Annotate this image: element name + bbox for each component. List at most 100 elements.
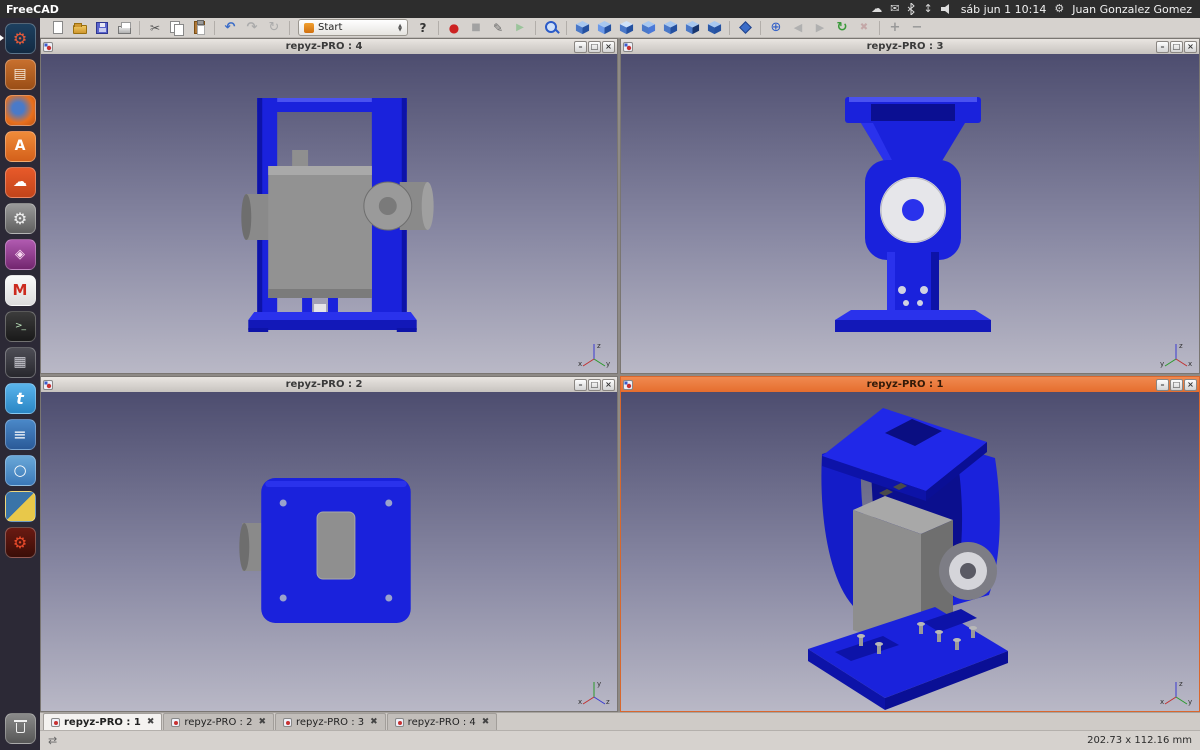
launcher-item-file-manager[interactable] xyxy=(0,56,40,92)
viewport-3d-side[interactable]: z x y xyxy=(41,54,617,373)
model-front-view[interactable] xyxy=(621,54,1199,373)
viewport-3d-isometric[interactable]: z x y xyxy=(621,392,1199,711)
minimize-button[interactable]: – xyxy=(574,41,587,53)
undo-button[interactable] xyxy=(220,19,240,37)
launcher-item-python[interactable] xyxy=(0,488,40,524)
launcher-item-software-center[interactable] xyxy=(0,128,40,164)
maximize-button[interactable]: □ xyxy=(588,379,601,391)
minimize-button[interactable]: – xyxy=(1156,41,1169,53)
launcher-item-terminal[interactable] xyxy=(0,308,40,344)
maximize-button[interactable]: □ xyxy=(1170,41,1183,53)
view-top-button[interactable] xyxy=(616,19,636,37)
workbench-selector[interactable]: Start xyxy=(298,19,408,36)
clock[interactable]: sáb jun 1 10:14 xyxy=(961,3,1047,16)
maximize-button[interactable]: □ xyxy=(588,41,601,53)
view-front-button[interactable] xyxy=(594,19,614,37)
save-button[interactable] xyxy=(92,19,112,37)
close-button[interactable]: × xyxy=(1184,379,1197,391)
model-isometric-view[interactable] xyxy=(621,392,1199,711)
nav-refresh-button[interactable] xyxy=(832,19,852,37)
minimize-button[interactable]: – xyxy=(1156,379,1169,391)
launcher-item-twitter[interactable] xyxy=(0,380,40,416)
launcher-item-browser[interactable] xyxy=(0,452,40,488)
mdi-window-repyz-pro-1[interactable]: repyz-PRO : 1 – □ × xyxy=(620,376,1200,712)
launcher-item-freecad[interactable] xyxy=(0,20,40,56)
servo-output-hub[interactable] xyxy=(939,542,997,600)
nav-stop-button[interactable] xyxy=(854,19,874,37)
close-button[interactable]: × xyxy=(602,41,615,53)
cube-icon xyxy=(597,20,612,35)
volume-icon[interactable] xyxy=(941,4,953,14)
open-button[interactable] xyxy=(70,19,90,37)
svg-text:z: z xyxy=(1179,680,1183,688)
tab-repyz-pro-2[interactable]: repyz-PRO : 2 ✖ xyxy=(163,713,274,730)
cloud-sync-icon[interactable]: ☁ xyxy=(871,0,882,18)
session-gear-icon[interactable]: ⚙ xyxy=(1054,0,1064,18)
tab-repyz-pro-4[interactable]: repyz-PRO : 4 ✖ xyxy=(387,713,498,730)
base-plate-isometric[interactable] xyxy=(808,607,1008,710)
username[interactable]: Juan Gonzalez Gomez xyxy=(1072,3,1192,16)
tab-close-icon[interactable]: ✖ xyxy=(370,717,378,727)
mdi-window-repyz-pro-2[interactable]: repyz-PRO : 2 – □ × xyxy=(40,376,618,712)
launcher-item-gmail[interactable] xyxy=(0,272,40,308)
launcher-item-firefox[interactable] xyxy=(0,92,40,128)
tab-repyz-pro-3[interactable]: repyz-PRO : 3 ✖ xyxy=(275,713,386,730)
model-side-view[interactable] xyxy=(41,54,617,373)
launcher-item-trash[interactable] xyxy=(0,710,40,746)
cut-button[interactable] xyxy=(145,19,165,37)
viewport-3d-top[interactable]: y x z xyxy=(41,392,617,711)
magnifier-icon xyxy=(544,20,559,35)
mdi-window-repyz-pro-3[interactable]: repyz-PRO : 3 – □ × xyxy=(620,38,1200,374)
macro-stop-button[interactable] xyxy=(466,19,486,37)
refresh-button[interactable] xyxy=(264,19,284,37)
copy-button[interactable] xyxy=(167,19,187,37)
tab-close-icon[interactable]: ✖ xyxy=(482,717,490,727)
maximize-button[interactable]: □ xyxy=(1170,379,1183,391)
mail-indicator-icon[interactable]: ✉ xyxy=(890,0,899,18)
network-icon[interactable]: ↕ xyxy=(923,0,932,18)
view-left-button[interactable] xyxy=(704,19,724,37)
redo-button[interactable] xyxy=(242,19,262,37)
launcher-item-documents[interactable] xyxy=(0,416,40,452)
measure-distance-button[interactable] xyxy=(735,19,755,37)
minimize-button[interactable]: – xyxy=(574,379,587,391)
launcher-item-system-settings[interactable] xyxy=(0,200,40,236)
print-button[interactable] xyxy=(114,19,134,37)
window-titlebar-active[interactable]: repyz-PRO : 1 – □ × xyxy=(621,377,1199,392)
close-button[interactable]: × xyxy=(1184,41,1197,53)
viewport-3d-front[interactable]: z y x xyxy=(621,54,1199,373)
paste-button[interactable] xyxy=(189,19,209,37)
servo-hub-front[interactable] xyxy=(880,177,946,243)
zoom-in-button[interactable] xyxy=(885,19,905,37)
view-right-button[interactable] xyxy=(638,19,658,37)
launcher-item-ubuntu-one[interactable] xyxy=(0,164,40,200)
whats-this-button[interactable] xyxy=(413,19,433,37)
macro-execute-button[interactable] xyxy=(510,19,530,37)
launcher-item-media-app[interactable] xyxy=(0,236,40,272)
servo-opening-top[interactable] xyxy=(317,512,355,579)
window-titlebar[interactable]: repyz-PRO : 4 – □ × xyxy=(41,39,617,54)
tab-close-icon[interactable]: ✖ xyxy=(147,717,155,727)
window-titlebar[interactable]: repyz-PRO : 2 – □ × xyxy=(41,377,617,392)
nav-forward-button[interactable] xyxy=(810,19,830,37)
dimension-toggle-icon[interactable]: ⇄ xyxy=(48,734,57,747)
view-rear-button[interactable] xyxy=(660,19,680,37)
tab-close-icon[interactable]: ✖ xyxy=(258,717,266,727)
launcher-item-workspaces[interactable] xyxy=(0,344,40,380)
window-titlebar[interactable]: repyz-PRO : 3 – □ × xyxy=(621,39,1199,54)
view-axonometric-button[interactable] xyxy=(572,19,592,37)
tab-repyz-pro-1[interactable]: repyz-PRO : 1 ✖ xyxy=(43,713,162,730)
close-button[interactable]: × xyxy=(602,379,615,391)
macro-edit-button[interactable] xyxy=(488,19,508,37)
new-document-button[interactable] xyxy=(48,19,68,37)
nav-back-button[interactable] xyxy=(788,19,808,37)
zoom-out-button[interactable] xyxy=(907,19,927,37)
mdi-window-repyz-pro-4[interactable]: repyz-PRO : 4 – □ × xyxy=(40,38,618,374)
fit-all-button[interactable] xyxy=(541,19,561,37)
model-top-view[interactable] xyxy=(41,392,617,711)
web-browser-button[interactable] xyxy=(766,19,786,37)
bluetooth-icon[interactable] xyxy=(907,3,915,15)
view-bottom-button[interactable] xyxy=(682,19,702,37)
launcher-item-cad-tool[interactable] xyxy=(0,524,40,560)
macro-record-button[interactable] xyxy=(444,19,464,37)
